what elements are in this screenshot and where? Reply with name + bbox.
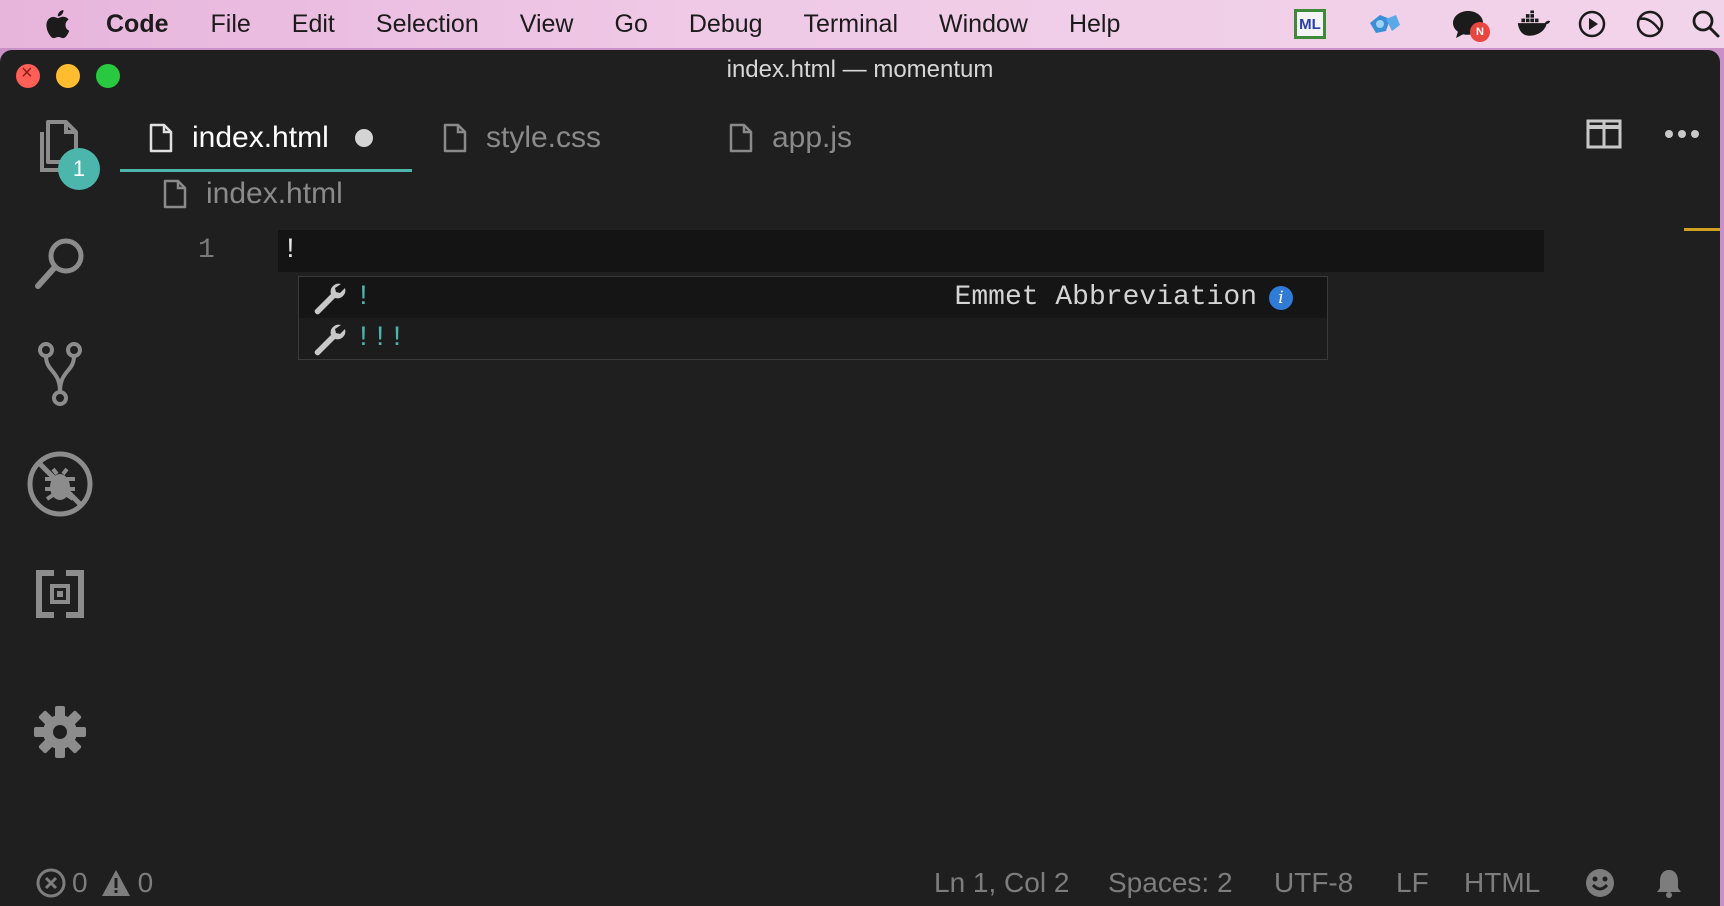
menu-view[interactable]: View <box>520 10 574 39</box>
sync-circle-icon[interactable] <box>1632 6 1668 42</box>
menu-app-code[interactable]: Code <box>106 10 169 39</box>
split-editor-button[interactable] <box>1584 114 1624 154</box>
overview-ruler-marker <box>1684 228 1720 231</box>
info-icon[interactable]: i <box>1269 285 1293 310</box>
suggest-widget: ! Emmet Abbreviation i !!! <box>298 276 1328 360</box>
wrench-icon <box>311 321 355 357</box>
source-control-button[interactable] <box>24 338 96 410</box>
warning-count: 0 <box>137 867 154 898</box>
spotlight-search-icon[interactable] <box>1688 6 1724 42</box>
activity-bar: 1 <box>0 110 120 906</box>
file-icon <box>162 179 188 209</box>
extensions-icon <box>36 570 84 618</box>
editor-actions <box>1584 114 1720 154</box>
play-circle-icon[interactable] <box>1574 6 1610 42</box>
suggestion-label: !!! <box>355 323 406 354</box>
warning-icon <box>101 870 130 896</box>
menu-file[interactable]: File <box>211 10 251 39</box>
ellipsis-icon <box>1665 130 1699 138</box>
menu-go[interactable]: Go <box>615 10 648 39</box>
window-controls <box>16 62 136 88</box>
title-bar: index.html — momentum <box>0 50 1720 90</box>
window-title: index.html — momentum <box>726 56 994 83</box>
menu-selection[interactable]: Selection <box>376 10 479 39</box>
apple-icon[interactable] <box>38 9 76 39</box>
tab-index-html[interactable]: index.html <box>120 104 412 172</box>
editor-tabs: index.html style.css app.js <box>120 104 852 172</box>
search-icon <box>35 238 84 289</box>
editor-window: index.html — momentum 1 index.html <box>0 50 1720 906</box>
encoding-status[interactable]: UTF-8 <box>1274 860 1353 906</box>
suggestion-item[interactable]: ! Emmet Abbreviation i <box>299 277 1327 318</box>
split-editor-icon <box>1586 119 1622 149</box>
tab-label: app.js <box>772 121 853 154</box>
explorer-badge: 1 <box>58 148 100 190</box>
line-number: 1 <box>198 235 215 266</box>
suggestion-detail: Emmet Abbreviation <box>954 282 1257 313</box>
docker-icon[interactable] <box>1516 6 1552 42</box>
debug-button[interactable] <box>24 448 96 520</box>
menu-debug[interactable]: Debug <box>689 10 763 39</box>
search-button[interactable] <box>24 228 96 300</box>
smiley-icon <box>1586 869 1614 897</box>
tab-style-css[interactable]: style.css <box>442 104 702 172</box>
cube-tray-icon[interactable] <box>1366 6 1402 42</box>
code-line[interactable]: ! <box>282 230 299 272</box>
breadcrumb-file[interactable]: index.html <box>206 177 343 211</box>
wrench-icon <box>311 280 355 316</box>
suggestion-item[interactable]: !!! <box>299 318 1327 359</box>
extensions-button[interactable] <box>24 558 96 630</box>
file-icon <box>728 123 754 153</box>
minimize-window-button[interactable] <box>56 64 80 88</box>
problems-status[interactable]: 0 0 <box>36 860 153 906</box>
error-count: 0 <box>72 867 88 898</box>
menu-terminal[interactable]: Terminal <box>804 10 898 39</box>
file-icon <box>148 123 174 153</box>
cursor-position[interactable]: Ln 1, Col 2 <box>934 860 1069 906</box>
source-control-icon <box>38 342 82 406</box>
tab-label: style.css <box>486 121 602 154</box>
breadcrumb[interactable]: index.html <box>162 174 343 214</box>
menu-bar: Code File Edit Selection View Go Debug T… <box>0 0 1724 48</box>
indentation-status[interactable]: Spaces: 2 <box>1108 860 1233 906</box>
zoom-window-button[interactable] <box>96 64 120 88</box>
current-line-highlight[interactable] <box>278 230 1544 272</box>
status-bar: 0 0 Ln 1, Col 2 Spaces: 2 UTF-8 LF HTML <box>0 860 1720 906</box>
notification-badge: N <box>1470 22 1490 42</box>
chat-tray-icon[interactable]: N <box>1450 6 1490 42</box>
tab-app-js[interactable]: app.js <box>728 104 928 172</box>
language-mode[interactable]: HTML <box>1464 860 1540 906</box>
menu-edit[interactable]: Edit <box>292 10 335 39</box>
suggestion-label: ! <box>355 282 372 313</box>
gear-icon <box>34 706 86 758</box>
menu-help[interactable]: Help <box>1069 10 1120 39</box>
error-icon <box>36 868 66 898</box>
menu-bar-tray: ML N <box>1292 0 1724 48</box>
tab-label: index.html <box>192 121 329 154</box>
eol-status[interactable]: LF <box>1396 860 1429 906</box>
feedback-button[interactable] <box>1584 860 1616 906</box>
notifications-button[interactable] <box>1654 860 1684 906</box>
menu-window[interactable]: Window <box>939 10 1028 39</box>
file-icon <box>442 123 468 153</box>
more-actions-button[interactable] <box>1662 114 1702 154</box>
bell-icon <box>1657 870 1681 898</box>
ml-tray-icon[interactable]: ML <box>1292 6 1328 42</box>
ml-label: ML <box>1294 9 1326 39</box>
settings-button[interactable] <box>24 696 96 768</box>
unsaved-dot-icon[interactable] <box>354 129 373 147</box>
close-window-button[interactable] <box>16 62 40 88</box>
debug-icon <box>27 451 93 517</box>
